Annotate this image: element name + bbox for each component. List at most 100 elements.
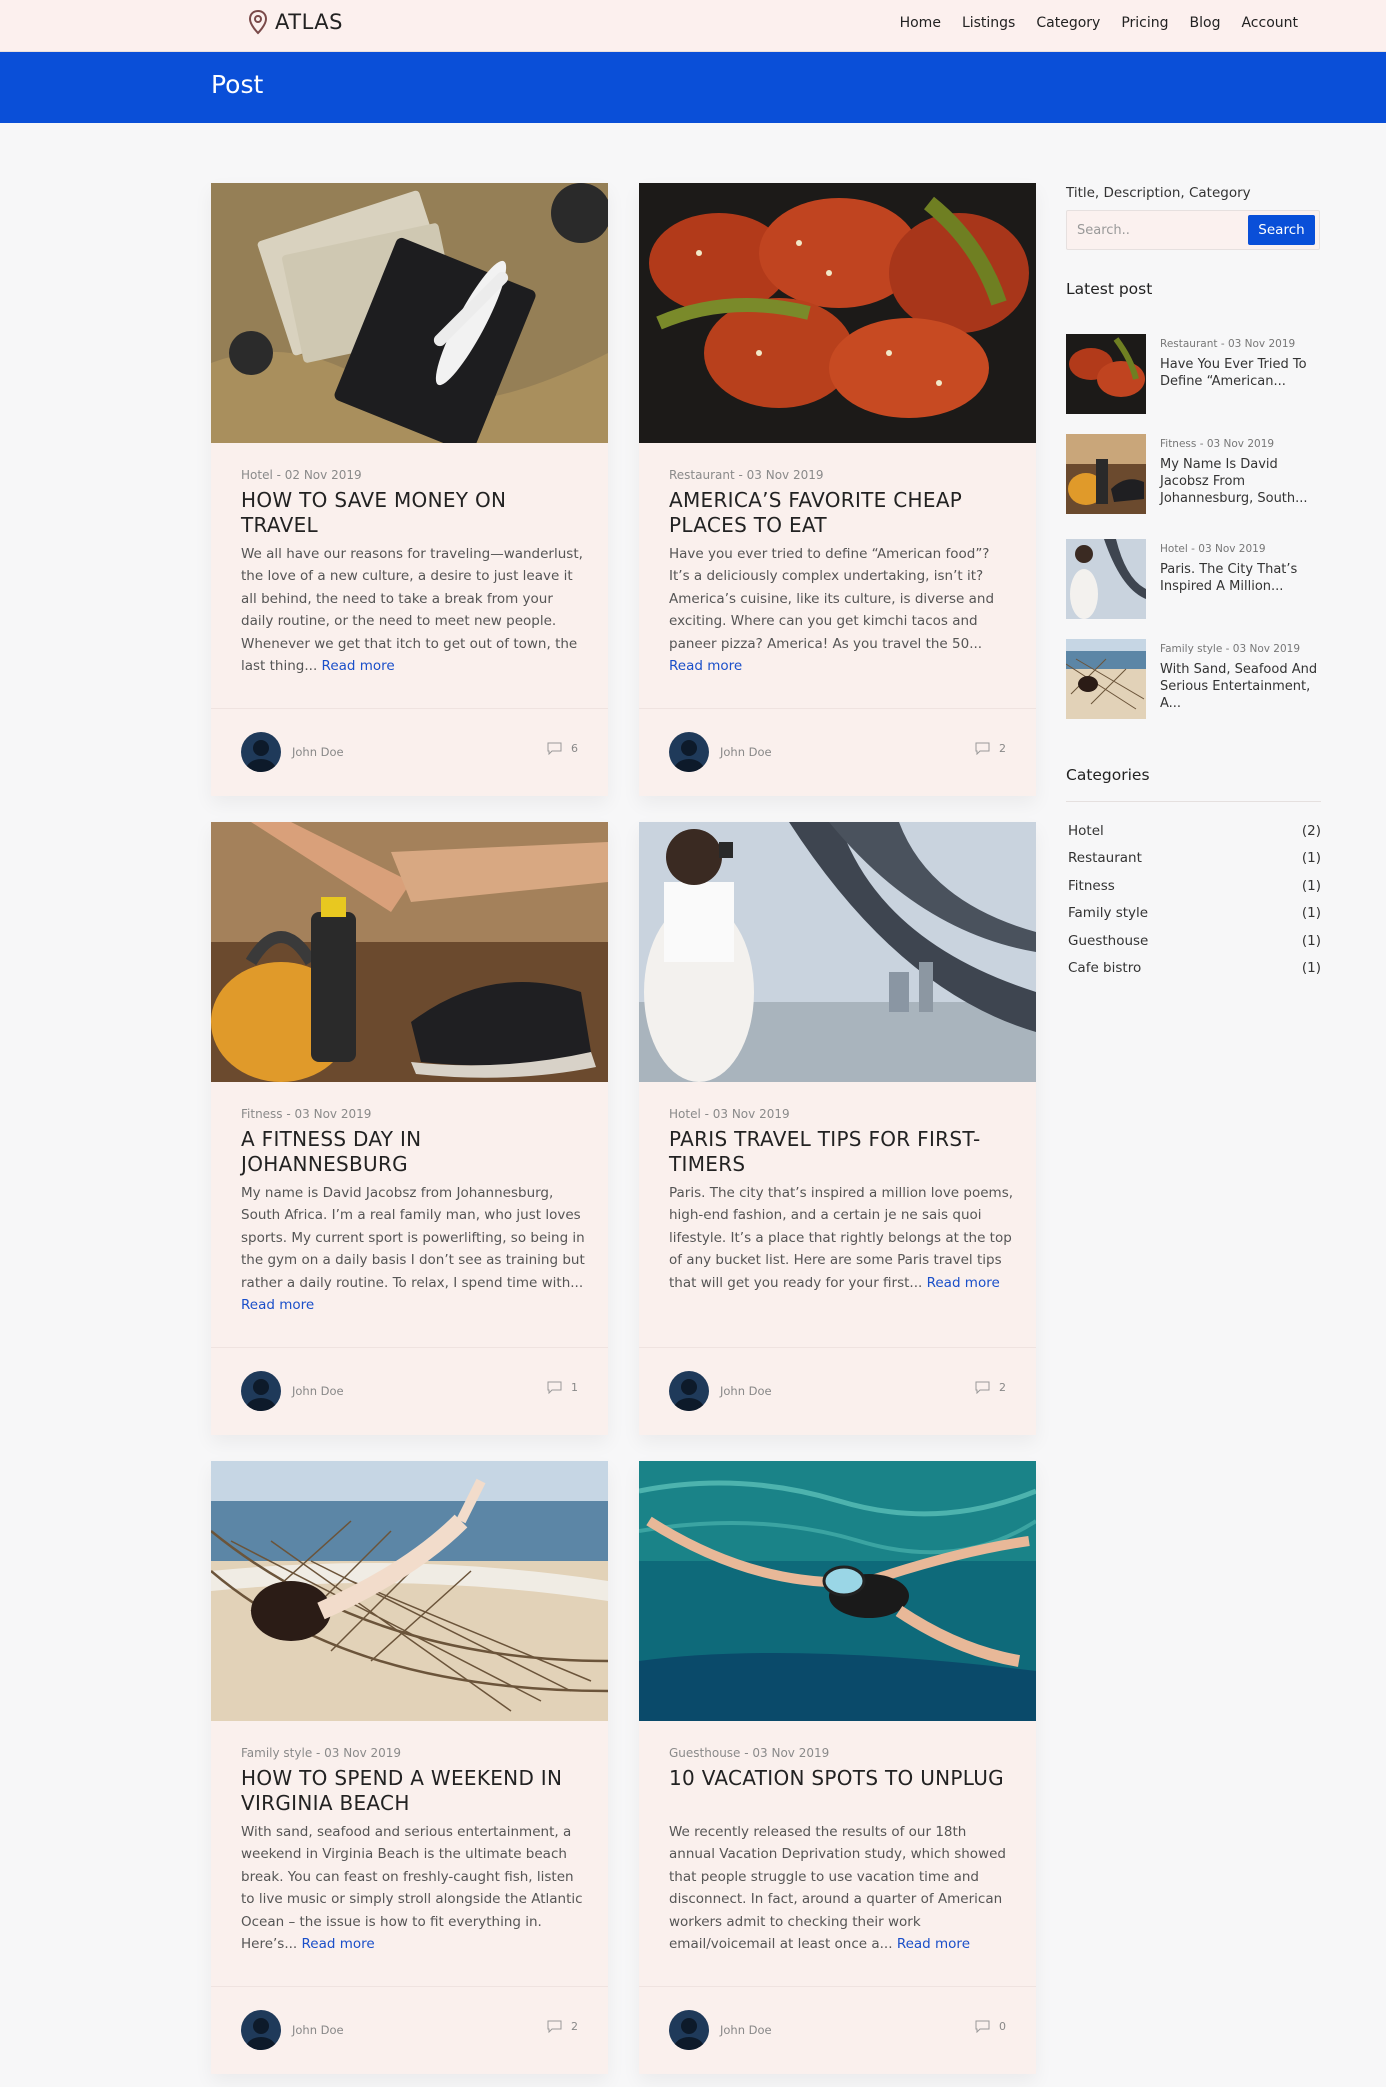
post-title[interactable]: A FITNESS DAY IN JOHANNESBURG bbox=[241, 1127, 586, 1177]
latest-post-title: Have You Ever Tried To Define “American.… bbox=[1160, 357, 1307, 389]
post-card: Hotel - 03 Nov 2019 PARIS TRAVEL TIPS FO… bbox=[639, 822, 1036, 1435]
post-card: Fitness - 03 Nov 2019 A FITNESS DAY IN J… bbox=[211, 822, 608, 1435]
read-more-link[interactable]: Read more bbox=[669, 658, 742, 674]
category-item[interactable]: Hotel (2) bbox=[1068, 821, 1321, 843]
card-divider bbox=[211, 1347, 608, 1348]
category-item[interactable]: Cafe bistro (1) bbox=[1068, 958, 1321, 980]
category-item[interactable]: Family style (1) bbox=[1068, 903, 1321, 925]
nav-category[interactable]: Category bbox=[1036, 15, 1100, 31]
post-excerpt-text: We all have our reasons for traveling—wa… bbox=[241, 546, 583, 675]
comment-count[interactable]: 1 bbox=[547, 1381, 578, 1394]
author-name: John Doe bbox=[292, 1384, 344, 1398]
post-author[interactable]: John Doe bbox=[669, 2010, 772, 2050]
avatar bbox=[669, 732, 709, 772]
category-name: Guesthouse bbox=[1068, 933, 1149, 949]
main-nav: Home Listings Category Pricing Blog Acco… bbox=[900, 15, 1298, 31]
comment-count-value: 2 bbox=[571, 2020, 578, 2033]
post-title[interactable]: PARIS TRAVEL TIPS FOR FIRST-TIMERS bbox=[669, 1127, 1014, 1177]
comment-count-value: 6 bbox=[571, 742, 578, 755]
latest-post-meta: Hotel - 03 Nov 2019 bbox=[1160, 543, 1266, 555]
comment-count[interactable]: 6 bbox=[547, 742, 578, 755]
category-name: Restaurant bbox=[1068, 850, 1142, 866]
comment-count[interactable]: 2 bbox=[975, 1381, 1006, 1394]
post-image[interactable] bbox=[639, 183, 1036, 443]
post-excerpt: With sand, seafood and serious entertain… bbox=[241, 1821, 586, 1955]
category-item[interactable]: Restaurant (1) bbox=[1068, 848, 1321, 870]
nav-blog[interactable]: Blog bbox=[1190, 15, 1221, 31]
brand-logo[interactable]: ATLAS bbox=[247, 9, 343, 35]
post-author[interactable]: John Doe bbox=[241, 2010, 344, 2050]
post-author[interactable]: John Doe bbox=[241, 732, 344, 772]
nav-account[interactable]: Account bbox=[1241, 15, 1298, 31]
read-more-link[interactable]: Read more bbox=[302, 1936, 375, 1952]
read-more-link[interactable]: Read more bbox=[897, 1936, 970, 1952]
post-image[interactable] bbox=[639, 1461, 1036, 1721]
map-pin-icon bbox=[248, 9, 268, 35]
comment-count[interactable]: 2 bbox=[975, 742, 1006, 755]
post-image[interactable] bbox=[639, 822, 1036, 1082]
post-meta: Family style - 03 Nov 2019 bbox=[241, 1746, 402, 1760]
nav-home[interactable]: Home bbox=[900, 15, 941, 31]
post-card: Guesthouse - 03 Nov 2019 10 VACATION SPO… bbox=[639, 1461, 1036, 2074]
post-meta: Hotel - 03 Nov 2019 bbox=[669, 1107, 790, 1121]
comment-bubble-icon bbox=[547, 742, 562, 755]
search-input[interactable] bbox=[1077, 219, 1237, 241]
post-card: Family style - 03 Nov 2019 HOW TO SPEND … bbox=[211, 1461, 608, 2074]
post-title[interactable]: HOW TO SAVE MONEY ON TRAVEL bbox=[241, 488, 586, 538]
read-more-link[interactable]: Read more bbox=[322, 658, 395, 674]
latest-post-thumbnail bbox=[1066, 334, 1146, 414]
avatar bbox=[669, 2010, 709, 2050]
read-more-link[interactable]: Read more bbox=[241, 1297, 314, 1313]
avatar bbox=[241, 1371, 281, 1411]
latest-post-item[interactable]: Restaurant - 03 Nov 2019 Have You Ever T… bbox=[1066, 334, 1321, 416]
latest-post-heading: Latest post bbox=[1066, 280, 1153, 298]
nav-listings[interactable]: Listings bbox=[962, 15, 1015, 31]
post-image[interactable] bbox=[211, 1461, 608, 1721]
category-item[interactable]: Fitness (1) bbox=[1068, 876, 1321, 898]
avatar bbox=[241, 2010, 281, 2050]
post-meta: Restaurant - 03 Nov 2019 bbox=[669, 468, 824, 482]
post-author[interactable]: John Doe bbox=[241, 1371, 344, 1411]
post-title[interactable]: AMERICA’S FAVORITE CHEAP PLACES TO EAT bbox=[669, 488, 1014, 538]
post-excerpt-text: My name is David Jacobsz from Johannesbu… bbox=[241, 1185, 585, 1291]
author-name: John Doe bbox=[292, 2023, 344, 2037]
post-excerpt-text: With sand, seafood and serious entertain… bbox=[241, 1824, 583, 1953]
post-title[interactable]: 10 VACATION SPOTS TO UNPLUG bbox=[669, 1766, 1014, 1791]
post-image[interactable] bbox=[211, 822, 608, 1082]
latest-post-item[interactable]: Hotel - 03 Nov 2019 Paris. The City That… bbox=[1066, 539, 1321, 621]
top-navbar: ATLAS Home Listings Category Pricing Blo… bbox=[0, 0, 1386, 52]
comment-bubble-icon bbox=[975, 1381, 990, 1394]
category-count: (1) bbox=[1301, 960, 1321, 976]
author-name: John Doe bbox=[720, 1384, 772, 1398]
page-title: Post bbox=[211, 70, 264, 99]
comment-count[interactable]: 0 bbox=[975, 2020, 1006, 2033]
post-image[interactable] bbox=[211, 183, 608, 443]
latest-post-title: With Sand, Seafood And Serious Entertain… bbox=[1160, 662, 1318, 711]
post-meta: Fitness - 03 Nov 2019 bbox=[241, 1107, 372, 1121]
comment-bubble-icon bbox=[547, 1381, 562, 1394]
comment-count[interactable]: 2 bbox=[547, 2020, 578, 2033]
comment-bubble-icon bbox=[547, 2020, 562, 2033]
card-divider bbox=[639, 1986, 1036, 1987]
comment-count-value: 0 bbox=[999, 2020, 1006, 2033]
post-meta: Hotel - 02 Nov 2019 bbox=[241, 468, 362, 482]
category-count: (2) bbox=[1301, 823, 1321, 839]
post-author[interactable]: John Doe bbox=[669, 1371, 772, 1411]
categories-heading: Categories bbox=[1066, 766, 1150, 784]
category-count: (1) bbox=[1301, 878, 1321, 894]
post-excerpt: We recently released the results of our … bbox=[669, 1821, 1014, 1955]
comment-bubble-icon bbox=[975, 742, 990, 755]
post-title[interactable]: HOW TO SPEND A WEEKEND IN VIRGINIA BEACH bbox=[241, 1766, 586, 1816]
read-more-link[interactable]: Read more bbox=[927, 1275, 1000, 1291]
category-count: (1) bbox=[1301, 933, 1321, 949]
search-button[interactable]: Search bbox=[1248, 215, 1315, 245]
nav-pricing[interactable]: Pricing bbox=[1121, 15, 1168, 31]
latest-post-item[interactable]: Fitness - 03 Nov 2019 My Name Is David J… bbox=[1066, 434, 1321, 516]
post-excerpt-text: We recently released the results of our … bbox=[669, 1824, 1006, 1953]
card-divider bbox=[639, 1347, 1036, 1348]
post-card: Restaurant - 03 Nov 2019 AMERICA’S FAVOR… bbox=[639, 183, 1036, 796]
post-author[interactable]: John Doe bbox=[669, 732, 772, 772]
category-item[interactable]: Guesthouse (1) bbox=[1068, 931, 1321, 953]
latest-post-thumbnail bbox=[1066, 639, 1146, 719]
latest-post-item[interactable]: Family style - 03 Nov 2019 With Sand, Se… bbox=[1066, 639, 1321, 721]
